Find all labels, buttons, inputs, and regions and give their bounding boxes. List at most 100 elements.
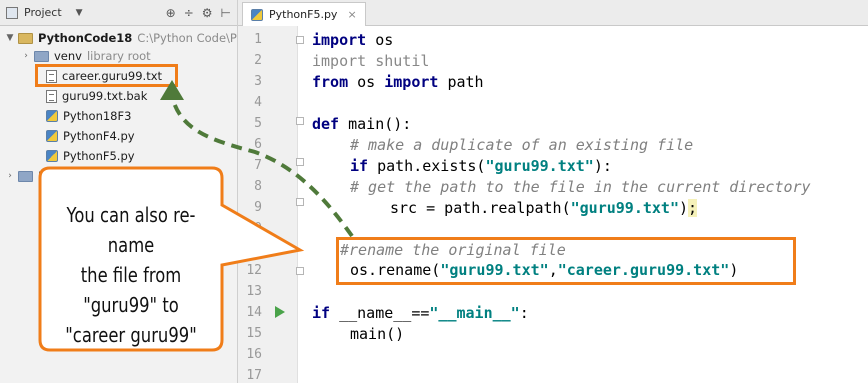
code-text: shutil <box>366 52 430 70</box>
code-text: path.exists( <box>368 157 486 175</box>
line-number: 12 <box>246 263 262 278</box>
project-panel-header: Project ▼ ⊕ ÷ ⚙ ⊢ <box>0 0 237 26</box>
project-panel-title[interactable]: Project <box>24 6 62 19</box>
locate-icon[interactable]: ⊕ <box>166 6 176 20</box>
python-file-icon <box>46 130 58 142</box>
code-editor[interactable]: PythonF5.py × 1 2 3 4 5 6 7 8 9 10 11 12… <box>238 0 868 383</box>
code-text: ): <box>593 157 612 175</box>
chevron-down-icon[interactable]: ▼ <box>76 8 83 18</box>
code-line: if path.exists("guru99.txt"): <box>350 157 612 175</box>
code-text: path <box>438 73 484 91</box>
text-file-icon <box>46 89 57 103</box>
line-number: 10 <box>246 221 262 236</box>
tab-label: PythonF5.py <box>269 8 338 21</box>
string-literal: "guru99.txt" <box>485 157 594 175</box>
code-text: ; <box>688 199 698 217</box>
file-highlight-box <box>35 64 178 87</box>
file-name: PythonF5.py <box>63 149 135 163</box>
code-text: main(): <box>339 115 412 133</box>
file-name: Python18F3 <box>63 109 132 123</box>
editor-tab-bar: PythonF5.py × <box>238 0 868 26</box>
code-text: os <box>366 31 394 49</box>
code-text: src = path.realpath( <box>390 199 571 217</box>
code-line: if __name__=="__main__": <box>312 304 529 322</box>
tree-item-external-libraries[interactable]: › External Libraries <box>4 166 139 186</box>
code-text: main() <box>350 325 405 343</box>
callout-line: "career guru99" <box>65 323 197 347</box>
string-literal: "__main__" <box>429 304 520 322</box>
line-number: 14 <box>246 305 262 320</box>
code-line: import os <box>312 31 393 49</box>
folder-icon <box>34 50 49 62</box>
line-number: 13 <box>246 284 262 299</box>
tree-item-root[interactable]: ▼ PythonCode18 C:\Python Code\Pyth <box>4 28 237 48</box>
file-name: guru99.txt.bak <box>62 89 148 103</box>
line-number: 5 <box>254 116 262 131</box>
keyword: import <box>384 73 439 91</box>
code-line: # get the path to the file in the curren… <box>350 178 811 196</box>
line-number: 17 <box>246 368 262 383</box>
collapse-icon[interactable]: ÷ <box>184 6 194 20</box>
folder-icon <box>18 32 33 44</box>
code-text: ) <box>679 199 689 217</box>
close-icon[interactable]: × <box>347 8 356 21</box>
line-number: 16 <box>246 347 262 362</box>
tree-item-file[interactable]: guru99.txt.bak <box>46 86 147 106</box>
line-number: 3 <box>254 74 262 89</box>
tab-pythonf5[interactable]: PythonF5.py × <box>242 2 366 26</box>
run-icon[interactable] <box>275 306 285 318</box>
gear-icon[interactable]: ⚙ <box>202 6 213 20</box>
fold-marker-icon[interactable] <box>296 267 304 275</box>
fold-marker-icon[interactable] <box>296 117 304 125</box>
fold-marker-icon[interactable] <box>296 36 304 44</box>
code-text: : <box>519 304 529 322</box>
fold-marker-icon[interactable] <box>296 198 304 206</box>
tree-item-file[interactable]: PythonF4.py <box>46 126 135 146</box>
library-icon <box>18 170 33 182</box>
project-icon <box>6 6 18 19</box>
tree-item-file[interactable]: PythonF5.py <box>46 146 135 166</box>
keyword: if <box>312 304 331 322</box>
chevron-right-icon[interactable]: › <box>4 171 16 181</box>
callout-line: the file from <box>80 263 182 287</box>
code-line: def main(): <box>312 115 411 133</box>
root-folder-name: PythonCode18 <box>38 31 133 45</box>
string-literal: "guru99.txt" <box>570 199 679 217</box>
line-number: 4 <box>254 95 262 110</box>
keyword: import <box>312 31 367 49</box>
python-file-icon <box>46 110 58 122</box>
file-name: PythonF4.py <box>63 129 135 143</box>
hide-panel-icon[interactable]: ⊢ <box>221 6 231 20</box>
code-comment: # make a duplicate of an existing file <box>350 136 694 154</box>
code-line: import shutil <box>312 52 429 70</box>
keyword: def <box>312 115 340 133</box>
code-text: os <box>348 73 385 91</box>
python-file-icon <box>251 8 263 21</box>
chevron-right-icon[interactable]: › <box>20 51 32 61</box>
tree-item-venv[interactable]: › venv library root <box>20 46 151 66</box>
python-file-icon <box>46 150 58 162</box>
keyword: from <box>312 73 349 91</box>
line-number: 1 <box>254 32 262 47</box>
external-libraries-label: External Libraries <box>38 169 140 183</box>
line-number: 7 <box>254 158 262 173</box>
code-line: main() <box>350 325 404 343</box>
line-number: 6 <box>254 137 262 152</box>
venv-folder-name: venv <box>54 49 82 63</box>
chevron-down-icon[interactable]: ▼ <box>4 33 16 43</box>
callout-line: You can also re-name <box>66 203 196 257</box>
code-comment: # get the path to the file in the curren… <box>350 178 811 196</box>
fold-marker-icon[interactable] <box>296 158 304 166</box>
tree-item-file[interactable]: Python18F3 <box>46 106 131 126</box>
keyword: import <box>312 52 367 70</box>
code-highlight-box <box>336 237 796 285</box>
code-line: src = path.realpath("guru99.txt"); <box>390 199 698 217</box>
line-number: 15 <box>246 326 262 341</box>
code-line: from os import path <box>312 73 484 91</box>
root-folder-path: C:\Python Code\Pyth <box>137 31 237 45</box>
keyword: if <box>350 157 369 175</box>
callout-text: You can also re-name the file from "guru… <box>36 200 226 350</box>
line-number: 9 <box>254 200 262 215</box>
callout-line: "guru99" to <box>83 293 179 317</box>
line-number: 11 <box>246 242 262 257</box>
